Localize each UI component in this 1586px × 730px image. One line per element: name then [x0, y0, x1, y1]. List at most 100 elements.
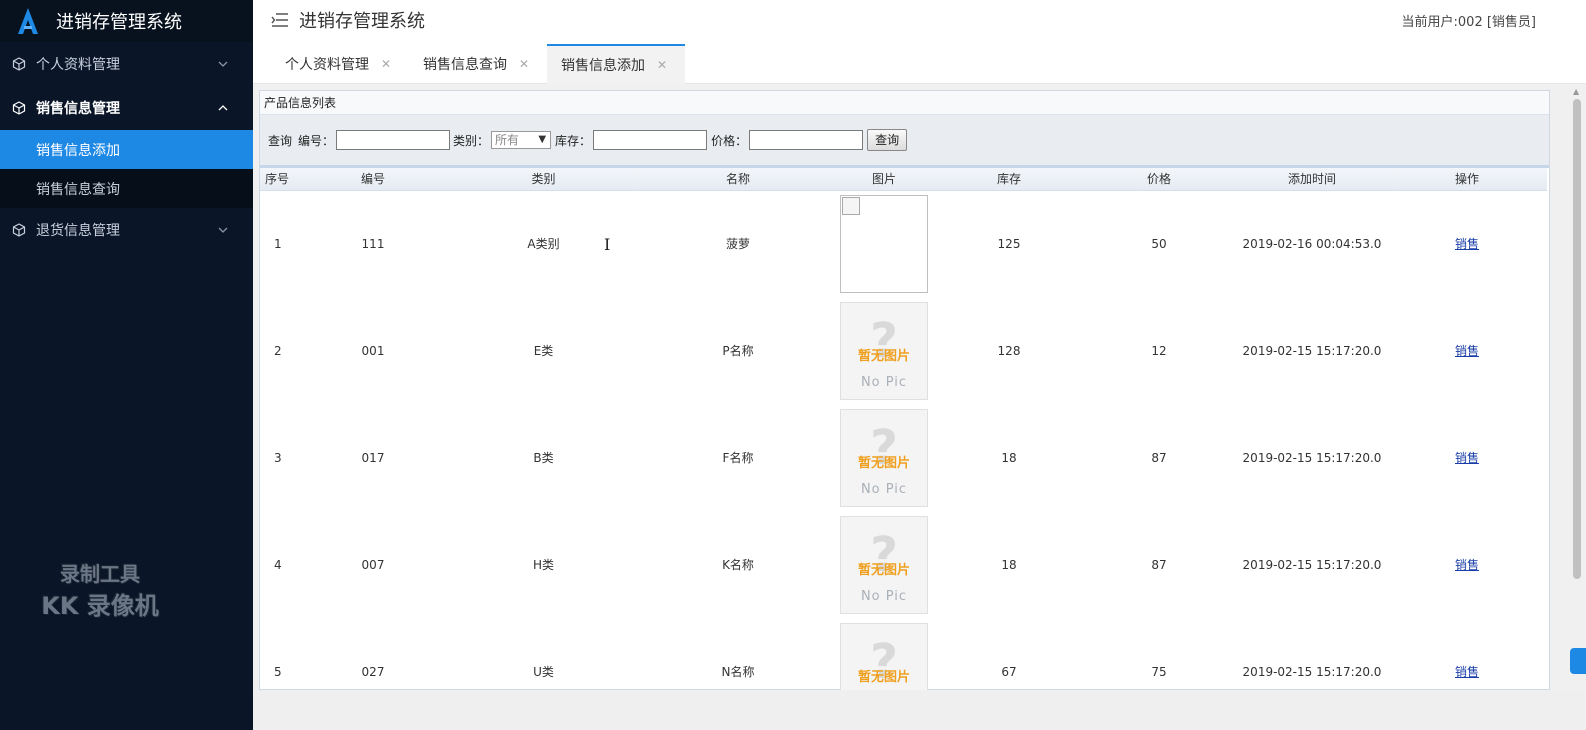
cell-code: 111 [361, 236, 385, 251]
cell-action: 销售 [1387, 297, 1547, 404]
cell-stock: 18 [1001, 557, 1017, 572]
chevron-down-icon [218, 61, 228, 67]
menu-sales-info[interactable]: 销售信息管理 [0, 86, 253, 130]
tab-label: 销售信息查询 [423, 57, 507, 73]
logo-row: 进销存管理系统 [0, 0, 253, 42]
panel-title: 产品信息列表 [260, 91, 1549, 115]
submenu-item-sales-add[interactable]: 销售信息添加 [0, 130, 253, 169]
col-header: 图片 [831, 168, 937, 191]
table-header-row: 序号 编号 类别 名称 图片 库存 价格 添加时间 操作 [260, 168, 1547, 191]
search-button[interactable]: 查询 [867, 129, 908, 151]
cell-action: 销售 [1387, 618, 1547, 690]
broken-image-icon [840, 194, 928, 293]
dropdown-arrow-icon: ▼ [538, 134, 547, 145]
close-icon[interactable]: ✕ [381, 57, 391, 71]
menu-label: 销售信息管理 [36, 101, 120, 117]
no-picture-image: ?暂无图片No Pic [840, 622, 928, 690]
cell-name: N名称 [721, 665, 755, 679]
code-input[interactable] [336, 130, 451, 150]
cell-seq: 2 [274, 343, 282, 358]
sell-link[interactable]: 销售 [1455, 237, 1479, 251]
no-picture-image: ?暂无图片No Pic [840, 301, 928, 400]
bottom-strip [253, 690, 1586, 730]
menu-return-info[interactable]: 退货信息管理 [0, 208, 253, 252]
nopic-text-en: No Pic [860, 588, 908, 604]
tab-label: 销售信息添加 [561, 58, 645, 74]
cell-name: 菠萝 [725, 237, 750, 252]
table-row: 1 111 A类别 菠萝 125 50 2019-02-16 00:04:53.0 销售 [260, 190, 1547, 297]
chevron-up-icon [218, 105, 228, 111]
cell-seq: 3 [274, 450, 282, 465]
stock-input[interactable] [593, 130, 708, 150]
no-picture-image: ?暂无图片No Pic [840, 408, 928, 507]
menu-toggle-icon[interactable] [271, 13, 289, 27]
sell-link[interactable]: 销售 [1455, 344, 1479, 358]
app-title: 进销存管理系统 [56, 12, 182, 33]
cell-pic: ?暂无图片No Pic [831, 511, 937, 618]
submenu-item-sales-query[interactable]: 销售信息查询 [0, 169, 253, 208]
nopic-text-cn: 暂无图片 [857, 348, 910, 364]
cell-category: U类 [533, 665, 554, 679]
text-cursor-icon: I [604, 235, 611, 254]
category-select[interactable]: 所有 ▼ [491, 131, 552, 149]
search-prefix: 查询 [268, 133, 293, 148]
app-logo-icon [16, 6, 40, 36]
cell-code: 007 [361, 557, 385, 572]
cube-icon [12, 223, 26, 237]
cell-category: H类 [532, 558, 555, 572]
sell-link[interactable]: 销售 [1455, 665, 1479, 679]
sell-link[interactable]: 销售 [1455, 451, 1479, 465]
sell-link[interactable]: 销售 [1455, 558, 1479, 572]
cell-name: F名称 [722, 451, 754, 465]
sidebar: 进销存管理系统 个人资料管理 销售信息管理 销售信息添加 销售信息查询 退货信息… [0, 0, 253, 730]
current-user[interactable]: 当前用户:002 [销售员] [1402, 11, 1536, 30]
cell-pic: ?暂无图片No Pic [831, 297, 937, 404]
cell-time: 2019-02-15 15:17:20.0 [1242, 450, 1382, 465]
cell-stock: 128 [997, 343, 1021, 358]
menu-label: 退货信息管理 [36, 223, 120, 239]
recorder-watermark-line1: 录制工具 [60, 562, 140, 586]
chevron-down-icon [218, 227, 228, 233]
tab-sales-add[interactable]: 销售信息添加 ✕ [547, 44, 685, 84]
close-icon[interactable]: ✕ [519, 57, 529, 71]
cell-time: 2019-02-15 15:17:20.0 [1242, 343, 1382, 358]
content-area: 产品信息列表 查询 编号： 类别： 所有 ▼ 库存： 价格： 查询 序号 编号 … [253, 85, 1586, 690]
cell-pic: ?暂无图片No Pic [831, 404, 937, 511]
col-header: 添加时间 [1237, 168, 1387, 191]
cell-stock: 18 [1001, 450, 1017, 465]
col-header: 名称 [645, 168, 831, 191]
tab-sales-query[interactable]: 销售信息查询 ✕ [423, 44, 548, 84]
scroll-thumb[interactable] [1573, 99, 1581, 579]
cell-time: 2019-02-15 15:17:20.0 [1242, 664, 1382, 679]
table-row: 3 017 B类 F名称? 暂无图片 No Pic 18 87 2019-02-15 15:17… [260, 404, 1547, 511]
cell-action: 销售 [1387, 404, 1547, 511]
nopic-text-cn: 暂无图片 [857, 669, 910, 685]
col-header: 序号 [260, 168, 304, 191]
cell-price: 87 [1151, 450, 1167, 465]
close-icon[interactable]: ✕ [657, 58, 667, 72]
tab-personal-info[interactable]: 个人资料管理 ✕ [285, 44, 420, 84]
col-header: 价格 [1081, 168, 1237, 191]
side-widget-icon[interactable] [1570, 648, 1586, 674]
nopic-text-cn: 暂无图片 [857, 455, 910, 471]
cell-time: 2019-02-15 15:17:20.0 [1242, 557, 1382, 572]
sales-submenu: 销售信息添加 销售信息查询 [0, 130, 253, 208]
cell-name: K名称 [722, 558, 754, 572]
cell-action: 销售 [1387, 190, 1547, 297]
col-header: 类别 [442, 168, 645, 191]
cell-pic: ?暂无图片No Pic [831, 618, 937, 690]
search-bar: 查询 编号： 类别： 所有 ▼ 库存： 价格： 查询 [260, 115, 1549, 168]
cube-icon [12, 101, 26, 115]
nopic-text-en: No Pic [860, 374, 908, 390]
cell-seq: 1 [274, 236, 282, 251]
vertical-scrollbar[interactable]: ▲ [1568, 85, 1586, 690]
cell-category: E类 [533, 344, 554, 358]
menu-personal-info[interactable]: 个人资料管理 [0, 42, 253, 86]
table-row: 5 027 U类 N名称 ?暂无图片No Pic 67 75 2019-02-15 15:17… [260, 618, 1547, 690]
col-header: 库存 [937, 168, 1081, 191]
price-input[interactable] [749, 130, 864, 150]
product-list-panel: 产品信息列表 查询 编号： 类别： 所有 ▼ 库存： 价格： 查询 序号 编号 … [259, 90, 1550, 690]
scroll-up-icon[interactable]: ▲ [1573, 87, 1579, 96]
top-header: 进销存管理系统 当前用户:002 [销售员] [253, 0, 1586, 40]
cell-price: 87 [1151, 557, 1167, 572]
